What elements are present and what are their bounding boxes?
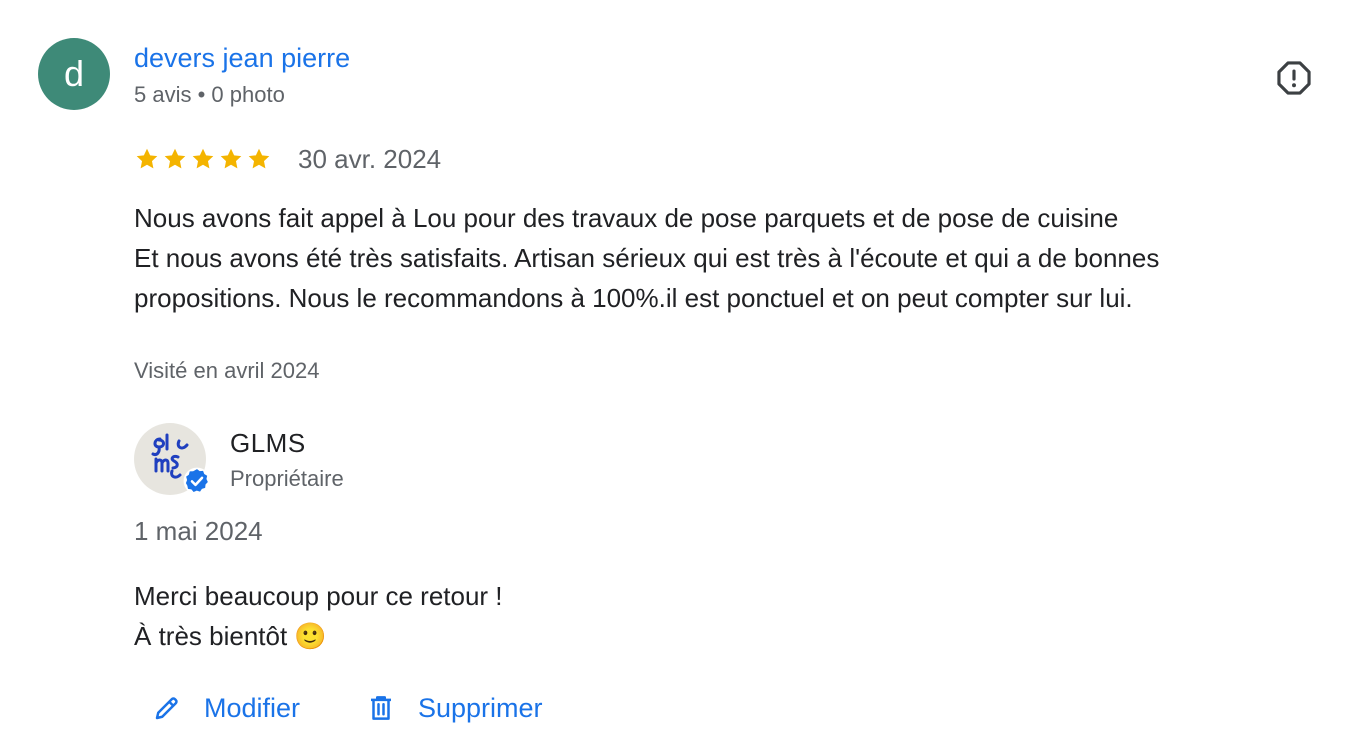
review-text-line: Nous avons fait appel à Lou pour des tra…: [134, 203, 1119, 233]
owner-name: GLMS: [230, 428, 306, 458]
pencil-icon: [155, 697, 178, 720]
delete-reply-button[interactable]: Supprimer: [366, 686, 543, 730]
visit-date: Visité en avril 2024: [134, 358, 320, 383]
delete-label: Supprimer: [418, 692, 543, 723]
review-date: 30 avr. 2024: [298, 144, 442, 174]
star-icon: [248, 148, 270, 169]
report-button[interactable]: [1272, 56, 1316, 100]
reply-date: 1 mai 2024: [134, 516, 263, 546]
review-card: d devers jean pierre 5 avis • 0 photo 30…: [0, 0, 1366, 756]
verified-badge-icon: [183, 467, 211, 495]
review-text-line: propositions. Nous le recommandons à 100…: [134, 283, 1133, 313]
reviewer-meta: 5 avis • 0 photo: [134, 82, 285, 107]
edit-reply-button[interactable]: Modifier: [152, 686, 300, 730]
review-text: Nous avons fait appel à Lou pour des tra…: [134, 198, 1334, 318]
star-icon: [192, 148, 214, 169]
star-icon: [136, 148, 158, 169]
trash-icon: [371, 696, 391, 720]
reviewer-name[interactable]: devers jean pierre: [134, 40, 350, 76]
star-rating: [134, 143, 272, 175]
reply-text-line: À très bientôt 🙂: [134, 621, 327, 651]
reply-text: Merci beaucoup pour ce retour ! À très b…: [134, 576, 503, 656]
reply-text-line: Merci beaucoup pour ce retour !: [134, 581, 503, 611]
star-icon: [164, 148, 186, 169]
owner-role: Propriétaire: [230, 466, 344, 491]
review-text-line: Et nous avons été très satisfaits. Artis…: [134, 243, 1160, 273]
edit-label: Modifier: [204, 692, 301, 723]
reviewer-avatar[interactable]: d: [38, 38, 110, 110]
report-icon: [1277, 61, 1311, 95]
owner-avatar[interactable]: [134, 423, 211, 495]
star-icon: [220, 148, 242, 169]
